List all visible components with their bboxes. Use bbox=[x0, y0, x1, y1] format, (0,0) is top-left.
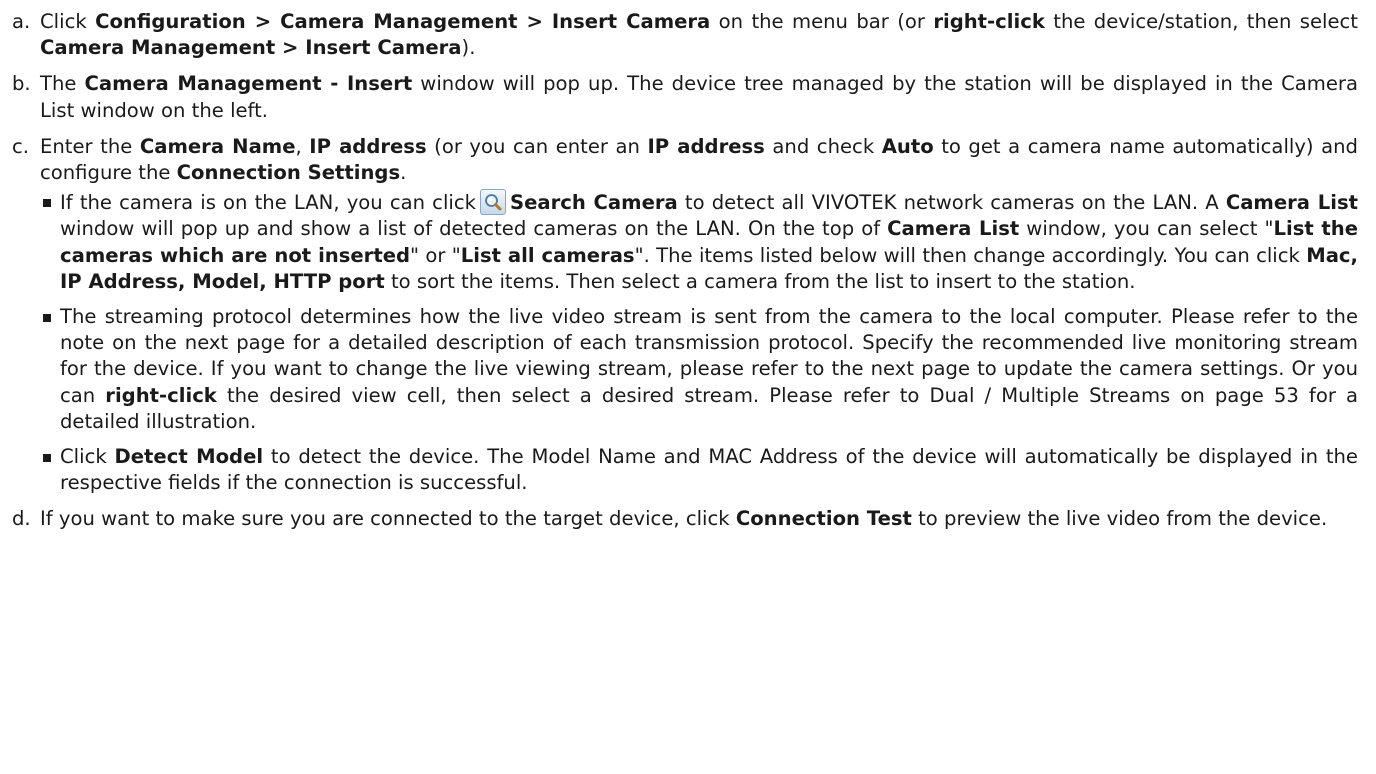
step-c-text: Enter the Camera Name, IP address (or yo… bbox=[40, 134, 1358, 186]
step-a-right-click: right-click bbox=[933, 10, 1045, 33]
step-c-label: c. bbox=[12, 134, 30, 158]
document-page: a. Click Configuration > Camera Manageme… bbox=[0, 0, 1376, 774]
bullet-1-text-7: to sort the items. Then select a camera … bbox=[384, 269, 1136, 293]
step-d: d. If you want to make sure you are conn… bbox=[12, 506, 1358, 532]
step-c-text-1: Enter the bbox=[40, 134, 140, 158]
step-c-ip-address-2: IP address bbox=[647, 134, 765, 158]
bullet-1-all-cameras: List all cameras bbox=[460, 243, 635, 267]
bullet-search-camera-text: If the camera is on the LAN, you can cli… bbox=[60, 189, 1358, 295]
bullet-3-text-1: Click bbox=[60, 445, 115, 469]
step-c-bullet-list: If the camera is on the LAN, you can cli… bbox=[40, 189, 1358, 496]
step-c-text-6: . bbox=[400, 161, 407, 185]
bullet-1-text-5: " or " bbox=[410, 243, 461, 267]
bullet-1-text-4: window, you can select " bbox=[1019, 217, 1274, 241]
bullet-streaming-protocol-text: The streaming protocol determines how th… bbox=[60, 304, 1358, 435]
step-d-body: If you want to make sure you are connect… bbox=[40, 506, 1358, 532]
magnifier-icon bbox=[479, 189, 506, 216]
step-c-ip-address: IP address bbox=[309, 134, 427, 158]
bullet-marker bbox=[40, 444, 60, 470]
bullet-2-right-click: right-click bbox=[105, 383, 217, 407]
bullet-1-text-1: If the camera is on the LAN, you can cli… bbox=[60, 191, 476, 215]
step-a: a. Click Configuration > Camera Manageme… bbox=[12, 9, 1358, 61]
bullet-detect-model: Click Detect Model to detect the device.… bbox=[40, 444, 1358, 496]
step-a-text-4: ). bbox=[461, 36, 476, 60]
step-b-text-1: The bbox=[40, 72, 85, 96]
step-b-window-name: Camera Management - Insert bbox=[84, 72, 413, 96]
bullet-marker bbox=[40, 304, 60, 330]
bullet-1-text-2: to detect all VIVOTEK network cameras on… bbox=[677, 191, 1226, 215]
step-d-text: If you want to make sure you are connect… bbox=[40, 506, 1358, 532]
step-a-text: Click Configuration > Camera Management … bbox=[40, 9, 1358, 61]
step-c-text-3: (or you can enter an bbox=[426, 134, 648, 158]
step-b: b. The Camera Management - Insert window… bbox=[12, 71, 1358, 123]
bullet-1-camera-list: Camera List bbox=[1225, 191, 1358, 215]
step-a-context-path: Camera Management > Insert Camera bbox=[40, 36, 462, 60]
step-c-text-4: and check bbox=[764, 134, 882, 158]
step-c-camera-name: Camera Name bbox=[139, 134, 296, 158]
bullet-streaming-protocol: The streaming protocol determines how th… bbox=[40, 304, 1358, 435]
step-b-body: The Camera Management - Insert window wi… bbox=[40, 71, 1358, 123]
bullet-1-text-6: ". The items listed below will then chan… bbox=[634, 243, 1307, 267]
step-c-body: Enter the Camera Name, IP address (or yo… bbox=[40, 134, 1358, 497]
step-a-text-3: the device/station, then select bbox=[1044, 10, 1358, 33]
step-a-menu-path: Configuration > Camera Management > Inse… bbox=[95, 10, 711, 33]
step-c-connection-settings: Connection Settings bbox=[176, 161, 401, 185]
step-a-text-1: Click bbox=[40, 10, 96, 33]
step-d-label: d. bbox=[12, 507, 31, 531]
step-a-text-2: on the menu bar (or bbox=[710, 10, 934, 33]
step-d-text-1: If you want to make sure you are connect… bbox=[40, 507, 736, 531]
step-c-auto: Auto bbox=[881, 134, 934, 158]
bullet-marker bbox=[40, 189, 60, 215]
bullet-2-text-2: the desired view cell, then select a des… bbox=[60, 383, 1358, 433]
bullet-search-camera: If the camera is on the LAN, you can cli… bbox=[40, 189, 1358, 295]
step-d-text-2: to preview the live video from the devic… bbox=[911, 507, 1328, 531]
step-b-label: b. bbox=[12, 72, 31, 96]
bullet-1-text-3: window will pop up and show a list of de… bbox=[60, 217, 888, 241]
step-b-text: The Camera Management - Insert window wi… bbox=[40, 71, 1358, 123]
step-a-body: Click Configuration > Camera Management … bbox=[40, 9, 1358, 61]
step-c-text-2: , bbox=[295, 134, 310, 158]
bullet-detect-model-text: Click Detect Model to detect the device.… bbox=[60, 444, 1358, 496]
step-c: c. Enter the Camera Name, IP address (or… bbox=[12, 134, 1358, 497]
bullet-1-search-camera: Search Camera bbox=[509, 191, 678, 215]
step-d-connection-test: Connection Test bbox=[735, 507, 912, 531]
bullet-1-camera-list-2: Camera List bbox=[887, 217, 1020, 241]
step-a-label: a. bbox=[12, 10, 31, 33]
bullet-3-detect-model: Detect Model bbox=[114, 445, 264, 469]
